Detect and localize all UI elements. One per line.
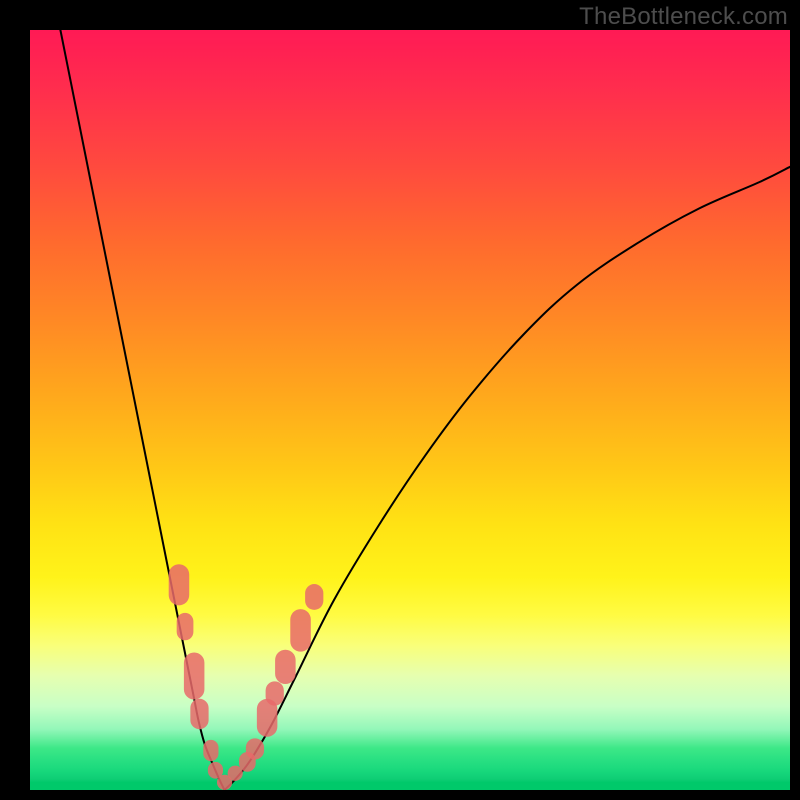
scatter-marker — [184, 652, 205, 699]
scatter-marker — [275, 650, 296, 684]
scatter-marker — [203, 740, 218, 761]
scatter-marker — [177, 613, 194, 640]
chart-frame: TheBottleneck.com — [0, 0, 800, 800]
scatter-marker — [246, 738, 264, 759]
scatter-marker — [266, 681, 284, 705]
scatter-marker — [305, 584, 323, 610]
scatter-marker — [190, 699, 208, 729]
scatter-marker — [290, 609, 311, 652]
watermark-text: TheBottleneck.com — [579, 3, 788, 31]
scatter-marker — [169, 564, 190, 605]
markers-layer — [30, 30, 790, 790]
